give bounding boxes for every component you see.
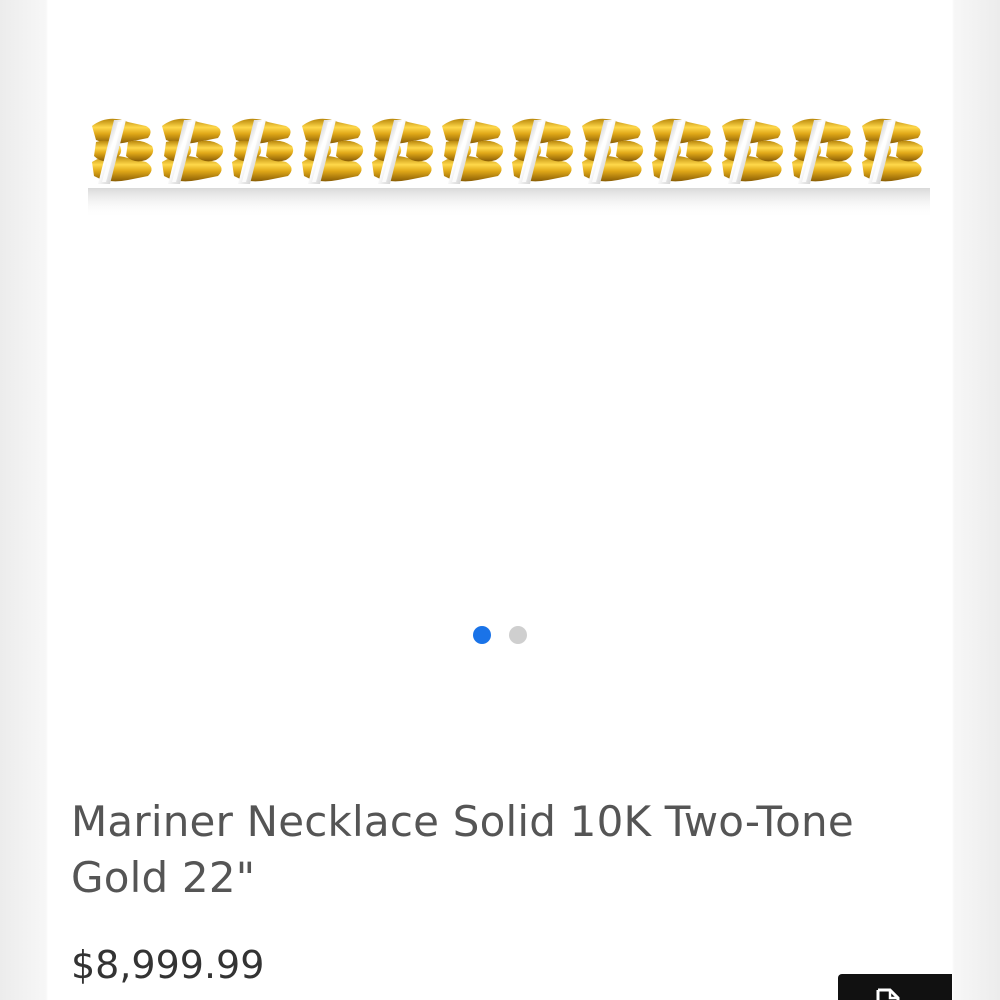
product-title: Mariner Necklace Solid 10K Two-Tone Gold… bbox=[71, 797, 854, 902]
product-card: Mariner Necklace Solid 10K Two-Tone Gold… bbox=[48, 0, 952, 1000]
gallery-dot-1[interactable] bbox=[473, 626, 491, 644]
product-image-gallery[interactable] bbox=[48, 0, 952, 680]
gallery-pagination bbox=[48, 626, 952, 646]
product-image bbox=[88, 114, 930, 218]
gallery-dot-2[interactable] bbox=[509, 626, 527, 644]
document-icon bbox=[876, 988, 900, 1000]
product-price: $8,999.99 bbox=[71, 943, 265, 987]
floating-action-button[interactable] bbox=[838, 974, 952, 1000]
